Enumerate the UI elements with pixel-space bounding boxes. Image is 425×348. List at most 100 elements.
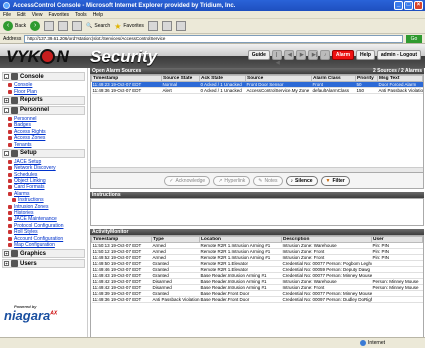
ie-icon xyxy=(3,2,10,9)
sidebar-section-setup[interactable]: - Setup xyxy=(2,148,85,158)
notes-button[interactable]: ✎ Notes xyxy=(253,175,283,186)
table-cell: Person: Minney Mouse xyxy=(371,278,423,285)
table-cell: Base Reader.Front Door xyxy=(199,296,282,303)
media-button[interactable] xyxy=(147,21,158,31)
close-button[interactable]: × xyxy=(414,1,423,10)
stop-button[interactable] xyxy=(44,21,55,31)
refresh-button[interactable] xyxy=(58,21,69,31)
network-icon xyxy=(8,166,12,171)
table-cell: Alert xyxy=(161,87,200,94)
table-cell: Credential No: 00077 Person: Minney Mous… xyxy=(281,290,372,297)
help-button[interactable]: Help xyxy=(356,50,375,60)
forward-arrow-icon: › xyxy=(30,21,41,31)
table-cell: Remote R2R 1.Intrusion Arming #1 xyxy=(199,254,282,261)
users-icon xyxy=(11,260,18,268)
jace-setup-icon xyxy=(8,159,12,164)
menu-view[interactable]: View xyxy=(32,12,43,18)
menu-file[interactable]: File xyxy=(3,12,11,18)
table-row[interactable]: 11:49:36 19-Oct-07 EDT Alert 0 Acked / 1… xyxy=(91,87,423,94)
alarm-button[interactable]: Alarm xyxy=(331,50,355,60)
niagara-logo: Powered by niagaraAX xyxy=(4,304,58,323)
reports-icon xyxy=(11,96,18,104)
table-row[interactable]: 11:49:52 19-Oct-07 EDT Armed Remote R2R 1.… xyxy=(91,254,423,261)
tenants-icon xyxy=(8,142,12,147)
speaker-icon: ♪ xyxy=(290,177,294,184)
sidebar-item-map-configuration[interactable]: Map Configuration xyxy=(2,242,85,248)
status-bar: Internet xyxy=(0,337,425,348)
collapse-icon: - xyxy=(4,74,9,79)
table-cell: 11:49:36 19-Oct-07 EDT xyxy=(91,87,162,94)
table-cell: Anti Passback Violation xyxy=(151,296,200,303)
table-row[interactable]: 11:50:12 19-Oct-07 EDT Armed Remote R2R 1.… xyxy=(91,248,423,255)
home-button[interactable] xyxy=(72,21,83,31)
home-icon xyxy=(72,21,83,31)
hyperlink-button[interactable]: ↗ Hyperlink xyxy=(213,175,251,186)
graphics-icon xyxy=(11,250,18,258)
instructions-icon xyxy=(12,198,16,203)
sidebar-item-floor-plan[interactable]: Floor Plan xyxy=(2,88,85,95)
print-button[interactable] xyxy=(175,21,186,31)
personnel-icon xyxy=(11,106,18,114)
print-icon xyxy=(175,21,186,31)
star-icon: ★ xyxy=(114,21,122,31)
history-icon xyxy=(8,211,12,216)
silence-button[interactable]: ♪ Silence xyxy=(285,175,318,186)
access-zones-icon xyxy=(8,136,12,141)
menu-help[interactable]: Help xyxy=(93,12,103,18)
logout-button[interactable]: admin - Logout xyxy=(376,50,421,60)
favorites-button[interactable]: ★ Favorites xyxy=(114,22,144,31)
table-row[interactable]: 11:49:42 19-Oct-07 EDT Disarmed Base Reade… xyxy=(91,284,423,291)
sidebar-section-personnel[interactable]: - Personnel xyxy=(2,105,85,115)
stop-icon xyxy=(44,21,55,31)
nav-last-button[interactable]: ▶| xyxy=(307,50,318,60)
collapse-icon: - xyxy=(4,107,9,113)
sound-button[interactable]: ♪ xyxy=(319,50,330,60)
address-bar: Address http://137.39.61.206/ord?station… xyxy=(0,34,425,44)
guide-button[interactable]: Guide xyxy=(247,50,270,60)
activity-monitor-table: Timestamp Type Location Description User… xyxy=(90,235,424,348)
table-cell: 11:49:36 19-Oct-07 EDT xyxy=(91,296,152,303)
go-button[interactable]: Go xyxy=(406,34,422,43)
instructions-header: Instructions xyxy=(90,192,424,198)
sidebar-section-users[interactable]: + Users xyxy=(2,259,85,269)
back-button[interactable]: ‹ Back xyxy=(3,21,26,31)
search-button[interactable]: 🔍 Search xyxy=(86,23,110,29)
browser-toolbar: ‹ Back › 🔍 Search ★ Favorites xyxy=(0,19,425,34)
address-input[interactable]: http://137.39.61.206/ord?station:|slot:/… xyxy=(24,34,403,43)
table-cell: Anti Passback Violation xyxy=(377,87,423,94)
menu-bar: File Edit View Favorites Tools Help xyxy=(0,11,425,19)
nav-first-button[interactable]: |◀ xyxy=(271,50,282,66)
schedule-icon xyxy=(8,172,12,177)
notes-icon: ✎ xyxy=(258,177,263,184)
sidebar-section-reports[interactable]: + Reports xyxy=(2,95,85,105)
menu-edit[interactable]: Edit xyxy=(17,12,26,18)
card-icon xyxy=(8,185,12,190)
link-icon xyxy=(8,179,12,184)
activity-monitor-header: ActivityMonitor xyxy=(90,229,424,235)
nav-prev-button[interactable]: ◀ xyxy=(283,50,294,60)
menu-favorites[interactable]: Favorites xyxy=(48,12,69,18)
forward-button[interactable]: › xyxy=(30,21,41,31)
mail-button[interactable] xyxy=(161,21,172,31)
horizontal-scrollbar[interactable] xyxy=(91,167,423,172)
sidebar-section-console[interactable]: - Console xyxy=(2,72,85,81)
app-header: VYK N Security Guide |◀ ◀ ▶ ▶| ♪ Alarm He… xyxy=(0,44,425,68)
nav-next-button[interactable]: ▶ xyxy=(295,50,306,60)
menu-tools[interactable]: Tools xyxy=(75,12,87,18)
floor-plan-icon xyxy=(8,89,12,94)
table-cell: Remote R2R 1.Intrusion Arming #1 xyxy=(199,248,282,255)
minimize-button[interactable]: _ xyxy=(394,1,403,10)
media-icon xyxy=(147,21,158,31)
maximize-button[interactable]: □ xyxy=(404,1,413,10)
back-arrow-icon: ‹ xyxy=(3,21,13,31)
acknowledge-button[interactable]: ✓ Acknowledge xyxy=(164,175,211,186)
account-icon xyxy=(8,236,12,241)
table-row[interactable]: 11:50:13 19-Oct-07 EDT Armed Remote R2R 1.… xyxy=(91,242,423,249)
internet-globe-icon xyxy=(360,340,367,346)
sidebar-section-graphics[interactable]: + Graphics xyxy=(2,249,85,259)
filter-button[interactable]: ▼ Filter xyxy=(320,175,350,186)
table-row[interactable]: 11:49:42 19-Oct-07 EDT Disarmed Base Reade… xyxy=(91,278,423,285)
table-row[interactable]: 11:49:36 19-Oct-07 EDT Anti Passback Viol… xyxy=(91,296,423,303)
sidebar-item-tenants[interactable]: Tenants xyxy=(2,141,85,148)
hyperlink-icon: ↗ xyxy=(218,177,223,184)
